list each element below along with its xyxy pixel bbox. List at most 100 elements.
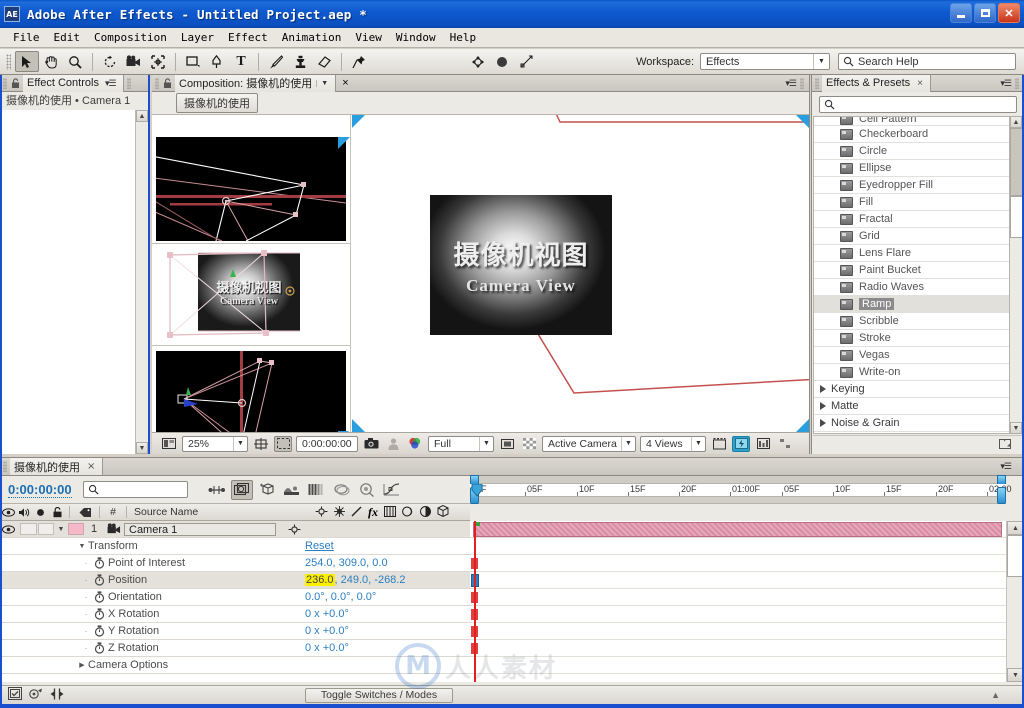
tab-timeline-comp[interactable]: 摄像机的使用 × <box>10 458 104 475</box>
property-value[interactable]: 236.0, 249.0, -268.2 <box>305 574 405 586</box>
property-value[interactable]: 0.0°, 0.0°, 0.0° <box>305 591 376 603</box>
chevron-down-icon[interactable]: ▼ <box>621 436 635 451</box>
ep-panel-menu-icon[interactable]: ▾☰ <box>1000 78 1012 89</box>
effect-category-row[interactable]: Noise & Grain <box>814 415 1009 432</box>
enable-frame-blending-icon[interactable] <box>281 480 303 500</box>
enable-motion-blur-icon[interactable] <box>306 480 328 500</box>
property-value[interactable]: 0 x +0.0° <box>305 642 349 654</box>
solo-icon[interactable] <box>33 508 48 517</box>
brainstorm-icon[interactable] <box>331 480 353 500</box>
comp-panel-grip-right[interactable] <box>800 78 804 89</box>
property-value[interactable]: 0 x +0.0° <box>305 608 349 620</box>
viewer-divider-h2[interactable] <box>152 345 350 346</box>
property-row[interactable]: · Y Rotation 0 x +0.0° <box>0 623 470 640</box>
magnification-select[interactable]: 25% ▼ <box>182 435 248 452</box>
eraser-tool-icon[interactable] <box>312 51 336 72</box>
lock-icon[interactable] <box>48 506 66 518</box>
label-icon[interactable] <box>73 507 97 518</box>
effect-item-row[interactable]: Circle <box>814 143 1009 160</box>
tab-effect-controls[interactable]: Effect Controls ▾☰ <box>23 74 124 92</box>
video-icon[interactable] <box>0 507 16 517</box>
menu-window[interactable]: Window <box>389 29 443 46</box>
property-value[interactable]: Reset <box>305 540 334 552</box>
time-indicator-handle[interactable] <box>471 483 483 497</box>
menu-effect[interactable]: Effect <box>221 29 275 46</box>
effect-item-row[interactable]: Ramp <box>814 296 1009 313</box>
timeline-search-input[interactable] <box>82 481 188 498</box>
scroll-down-icon[interactable]: ▼ <box>136 442 148 454</box>
always-preview-this-view-icon[interactable] <box>160 436 178 452</box>
layer-solo-toggle[interactable] <box>38 523 54 535</box>
menu-help[interactable]: Help <box>443 29 484 46</box>
graph-editor-icon[interactable] <box>381 480 403 500</box>
effect-item-row[interactable]: Write-on <box>814 364 1009 381</box>
layer-video-toggle[interactable] <box>0 524 16 534</box>
playhead[interactable] <box>474 521 476 682</box>
frame-blend-icon[interactable] <box>384 505 396 520</box>
property-value[interactable]: 254.0, 309.0, 0.0 <box>305 557 388 569</box>
brush-tool-icon[interactable] <box>264 51 288 72</box>
timeline-grid[interactable] <box>470 521 1006 682</box>
toolbar-grip[interactable] <box>6 53 11 70</box>
chevron-down-icon[interactable]: ▼ <box>479 436 493 451</box>
search-help-input[interactable]: Search Help <box>838 53 1016 70</box>
view-layout-select[interactable]: 4 Views ▼ <box>640 435 706 452</box>
minimize-button[interactable] <box>950 3 972 23</box>
property-track[interactable] <box>470 623 1006 640</box>
comp-panel-grip[interactable] <box>155 77 159 89</box>
timeline-current-time[interactable]: 0:00:00:00 <box>8 482 72 498</box>
menu-animation[interactable]: Animation <box>275 29 349 46</box>
pen-tool-icon[interactable] <box>205 51 229 72</box>
menu-edit[interactable]: Edit <box>47 29 88 46</box>
property-row[interactable]: ▶ Camera Options <box>0 657 470 674</box>
property-track[interactable] <box>470 589 1006 606</box>
composition-viewer[interactable]: 摄像机视图 Camera View 摄像机视图 Camera View <box>152 114 809 449</box>
effect-category-row[interactable]: Keying <box>814 381 1009 398</box>
scroll-down-icon[interactable]: ▼ <box>1010 422 1022 434</box>
tab-timeline-comp-close[interactable]: × <box>87 461 95 472</box>
property-row[interactable]: · Position 236.0, 249.0, -268.2 <box>0 572 470 589</box>
current-time-display[interactable]: 0:00:00:00 <box>296 435 358 452</box>
viewer-quad-top-view[interactable] <box>156 137 346 241</box>
effect-item-row[interactable]: Paint Bucket <box>814 262 1009 279</box>
scroll-up-icon[interactable]: ▲ <box>1010 116 1022 128</box>
property-row[interactable]: ▼ Transform Reset <box>0 538 470 555</box>
property-value[interactable]: 0 x +0.0° <box>305 625 349 637</box>
tab-composition-close[interactable]: × <box>336 77 354 89</box>
3d-layer-icon[interactable] <box>437 505 449 520</box>
comp-flowchart-icon[interactable] <box>776 436 794 452</box>
keyframe-nav-dot[interactable]: · <box>82 626 90 636</box>
keyframe-nav-dot[interactable]: · <box>82 643 90 653</box>
hand-tool-icon[interactable] <box>39 51 63 72</box>
draft-3d-icon[interactable] <box>230 479 253 500</box>
tab-effects-presets-close[interactable]: × <box>917 78 923 89</box>
hide-shy-layers-icon[interactable] <box>256 480 278 500</box>
stopwatch-icon[interactable] <box>90 642 108 654</box>
layer-label-color[interactable] <box>68 523 84 535</box>
layer-expand-arrow[interactable]: ▼ <box>54 526 68 533</box>
effect-item-row[interactable]: Eyedropper Fill <box>814 177 1009 194</box>
panel-grip[interactable] <box>3 77 7 89</box>
3d-view-select[interactable]: Active Camera ▼ <box>542 435 636 452</box>
effects-search-input[interactable] <box>819 95 1017 113</box>
keyframe-nav-dot[interactable]: · <box>82 558 90 568</box>
toggle-switches-modes-button[interactable]: Toggle Switches / Modes <box>305 687 453 703</box>
collapse-transformations-icon[interactable] <box>334 505 345 520</box>
property-track[interactable] <box>470 657 1006 674</box>
property-track[interactable] <box>470 572 1006 589</box>
ep-panel-grip[interactable] <box>815 77 819 89</box>
toggle-transparency-grid-icon[interactable] <box>274 435 292 452</box>
effect-item-row[interactable]: Ellipse <box>814 160 1009 177</box>
property-track[interactable] <box>470 606 1006 623</box>
table-row[interactable]: ▼ 1 Camera 1 <box>0 521 470 538</box>
shaded-view-icon[interactable] <box>490 51 514 72</box>
shy-icon[interactable] <box>315 506 328 520</box>
property-track[interactable] <box>470 640 1006 657</box>
property-expand-arrow[interactable]: ▶ <box>76 661 88 669</box>
show-snapshot-icon[interactable] <box>384 436 402 452</box>
zoom-tool-icon[interactable] <box>63 51 87 72</box>
property-expand-arrow[interactable]: ▼ <box>76 543 88 550</box>
keyframe-nav-dot[interactable]: · <box>82 592 90 602</box>
layer-source-name[interactable]: Camera 1 <box>124 522 276 536</box>
channel-rgb-icon[interactable] <box>406 436 424 452</box>
